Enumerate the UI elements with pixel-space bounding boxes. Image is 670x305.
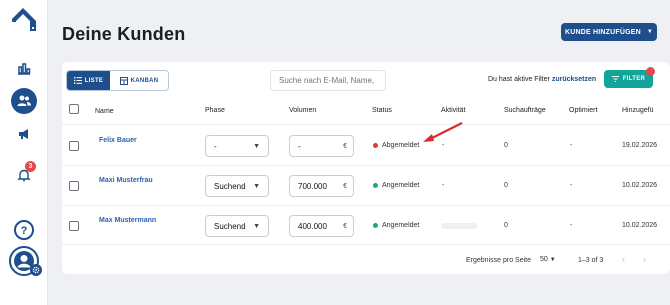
column-header-activity[interactable]: Aktivität — [441, 107, 466, 114]
status-indicator: Angemeldet — [373, 222, 419, 229]
status-text: Angemeldet — [382, 182, 420, 189]
column-header-optimized[interactable]: Optimiert — [569, 107, 597, 114]
rows-per-page-select[interactable]: 50 ▼ — [540, 256, 556, 263]
status-dot — [373, 223, 378, 228]
filter-active-indicator — [646, 67, 655, 76]
activity-value: - — [442, 182, 445, 189]
list-view-button[interactable]: LISTE — [67, 71, 110, 90]
column-header-phase[interactable]: Phase — [205, 107, 225, 114]
chevron-down-icon: ▼ — [253, 182, 260, 190]
customer-name-link[interactable]: Max Mustermann — [99, 217, 156, 224]
row-checkbox[interactable] — [69, 221, 79, 231]
searches-count: 0 — [504, 222, 508, 229]
help-icon[interactable]: ? — [11, 217, 37, 243]
optimized-value: - — [570, 182, 573, 189]
pagination-range: 1–3 of 3 — [578, 257, 604, 264]
phase-value: - — [214, 141, 217, 151]
sidebar: 3 ? — [0, 0, 48, 305]
phase-value: Suchend — [214, 221, 246, 231]
status-indicator: Abgemeldet — [373, 142, 419, 149]
phase-select[interactable]: Suchend ▼ — [205, 215, 269, 237]
status-indicator: Angemeldet — [373, 182, 419, 189]
searches-count: 0 — [504, 142, 508, 149]
column-header-added[interactable]: Hinzugefü — [622, 107, 654, 114]
notification-badge: 3 — [25, 161, 36, 172]
chevron-down-icon: ▼ — [253, 222, 260, 230]
chevron-down-icon: ▼ — [253, 142, 260, 150]
customer-name-link[interactable]: Maxi Musterfrau — [99, 177, 153, 184]
page-title: Deine Kunden — [62, 24, 186, 44]
header-divider — [62, 124, 670, 125]
list-icon — [73, 77, 82, 84]
status-dot — [373, 143, 378, 148]
added-date: 10.02.2026 — [622, 222, 658, 229]
kanban-icon — [119, 76, 128, 85]
settings-gear-icon[interactable] — [30, 264, 42, 276]
customers-card — [62, 62, 670, 274]
active-filter-text: Du hast aktive Filter zurücksetzen — [488, 76, 596, 83]
add-customer-button[interactable]: KUNDE HINZUFÜGEN ▼ — [561, 23, 657, 41]
searches-count: 0 — [504, 182, 508, 189]
rows-per-page-value: 50 — [540, 256, 548, 263]
added-date: 19.02.2026 — [622, 142, 658, 149]
phase-value: Suchend — [214, 181, 246, 191]
customer-name-link[interactable]: Felix Bauer — [99, 137, 137, 144]
optimized-value: - — [570, 222, 573, 229]
rows-per-page-label: Ergebnisse pro Seite — [466, 257, 531, 264]
search-input[interactable] — [270, 70, 386, 91]
next-page-icon[interactable]: › — [643, 254, 646, 264]
row-divider — [62, 244, 670, 245]
customers-icon[interactable] — [11, 88, 37, 114]
currency-symbol: € — [343, 142, 347, 150]
row-checkbox[interactable] — [69, 141, 79, 151]
statistics-icon[interactable] — [12, 56, 36, 80]
phase-select[interactable]: - ▼ — [205, 135, 269, 157]
red-arrow-annotation-icon — [423, 122, 463, 142]
kanban-view-label: KANBAN — [130, 77, 159, 84]
megaphone-icon[interactable] — [12, 122, 36, 146]
optimized-value: - — [570, 142, 573, 149]
row-divider — [62, 165, 670, 166]
column-header-status[interactable]: Status — [372, 107, 392, 114]
currency-symbol: € — [343, 222, 347, 230]
row-divider — [62, 205, 670, 206]
volume-input[interactable]: 700.000 € — [289, 175, 354, 197]
chevron-down-icon: ▼ — [549, 257, 556, 263]
currency-symbol: € — [343, 182, 347, 190]
active-filter-label: Du hast aktive Filter — [488, 76, 550, 83]
added-date: 10.02.2026 — [622, 182, 658, 189]
volume-input[interactable]: 400.000 € — [289, 215, 354, 237]
reset-filter-link[interactable]: zurücksetzen — [552, 76, 596, 83]
volume-value: - — [298, 141, 301, 151]
svg-text:?: ? — [21, 225, 28, 237]
chevron-down-icon: ▼ — [646, 29, 654, 35]
volume-value: 400.000 — [298, 221, 327, 231]
filter-label: FILTER — [622, 76, 646, 82]
add-customer-label: KUNDE HINZUFÜGEN — [564, 28, 641, 36]
phase-select[interactable]: Suchend ▼ — [205, 175, 269, 197]
volume-value: 700.000 — [298, 181, 327, 191]
column-header-searches[interactable]: Suchaufträge — [504, 107, 546, 114]
status-dot — [373, 183, 378, 188]
view-toggle: LISTE KANBAN — [66, 70, 169, 91]
volume-input[interactable]: - € — [289, 135, 354, 157]
status-text: Abgemeldet — [382, 142, 420, 149]
select-all-checkbox[interactable] — [69, 104, 79, 114]
previous-page-icon[interactable]: ‹ — [622, 254, 625, 264]
list-view-label: LISTE — [84, 77, 104, 84]
row-checkbox[interactable] — [69, 181, 79, 191]
column-header-name[interactable]: Name — [95, 108, 114, 115]
activity-bar — [441, 223, 477, 229]
filter-icon — [611, 76, 619, 82]
column-header-volume[interactable]: Volumen — [289, 107, 316, 114]
kanban-view-button[interactable]: KANBAN — [110, 71, 168, 90]
home-logo-icon[interactable] — [10, 5, 38, 33]
status-text: Angemeldet — [382, 222, 420, 229]
